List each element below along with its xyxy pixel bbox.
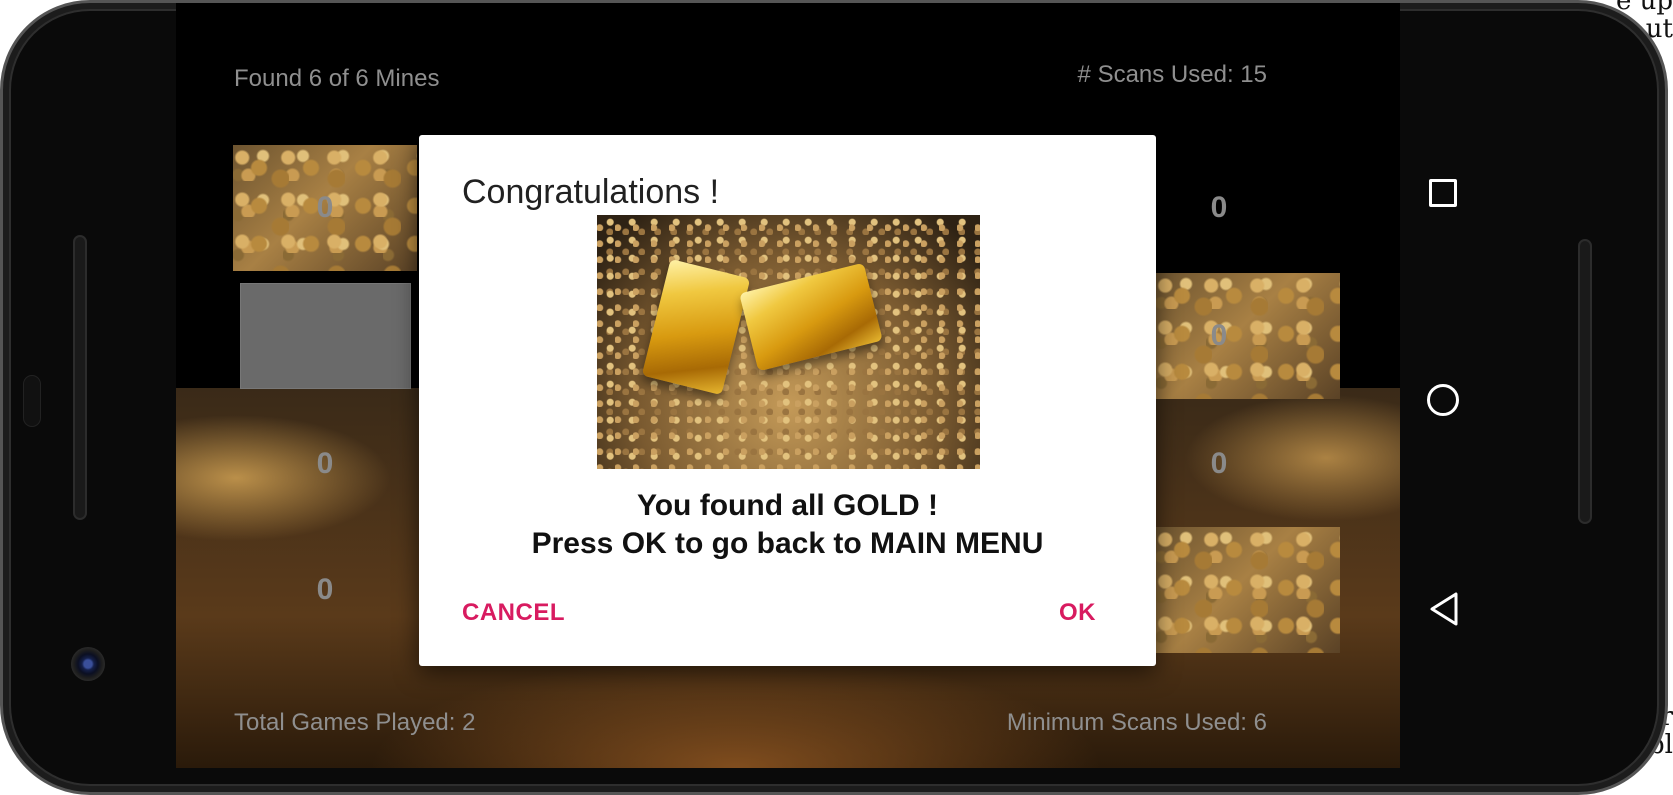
cell-number: 0 [316,447,334,480]
grid-cell-gold[interactable] [1156,527,1340,653]
proximity-sensor [23,375,41,427]
speaker-grille-left [73,235,87,520]
cell-number: 0 [1210,191,1228,224]
cell-number: 0 [1210,319,1228,352]
dialog-message-line2: Press OK to go back to MAIN MENU [531,527,1044,560]
cancel-button[interactable]: CANCEL [462,599,565,627]
front-camera-icon [71,647,105,681]
background-page-text: e up [1615,0,1673,16]
cell-number: 0 [316,191,334,224]
gold-bar-left [641,258,751,396]
recents-square-icon[interactable] [1429,179,1457,207]
cell-number: 0 [316,573,334,606]
gold-bar-right [739,262,883,372]
dialog-message-line1: You found all GOLD ! [636,489,939,522]
home-circle-icon[interactable] [1427,384,1459,416]
cell-number: 0 [1210,447,1228,480]
gold-bars-image [597,215,980,469]
phone-frame: Found 6 of 6 Mines # Scans Used: 15 0 0 … [0,0,1668,795]
ok-button[interactable]: OK [1059,599,1096,627]
grid-cell-selected[interactable] [240,283,411,389]
speaker-grille-right [1578,239,1592,524]
min-scans-counter: Minimum Scans Used: 6 [1006,709,1267,736]
total-games-counter: Total Games Played: 2 [234,709,476,736]
congratulations-dialog: Congratulations ! You found all GOLD ! P… [419,135,1156,666]
back-triangle-icon[interactable] [1428,591,1460,627]
dialog-title: Congratulations ! [462,173,720,211]
found-mines-counter: Found 6 of 6 Mines [234,65,440,92]
scans-used-counter: # Scans Used: 15 [1077,61,1267,88]
